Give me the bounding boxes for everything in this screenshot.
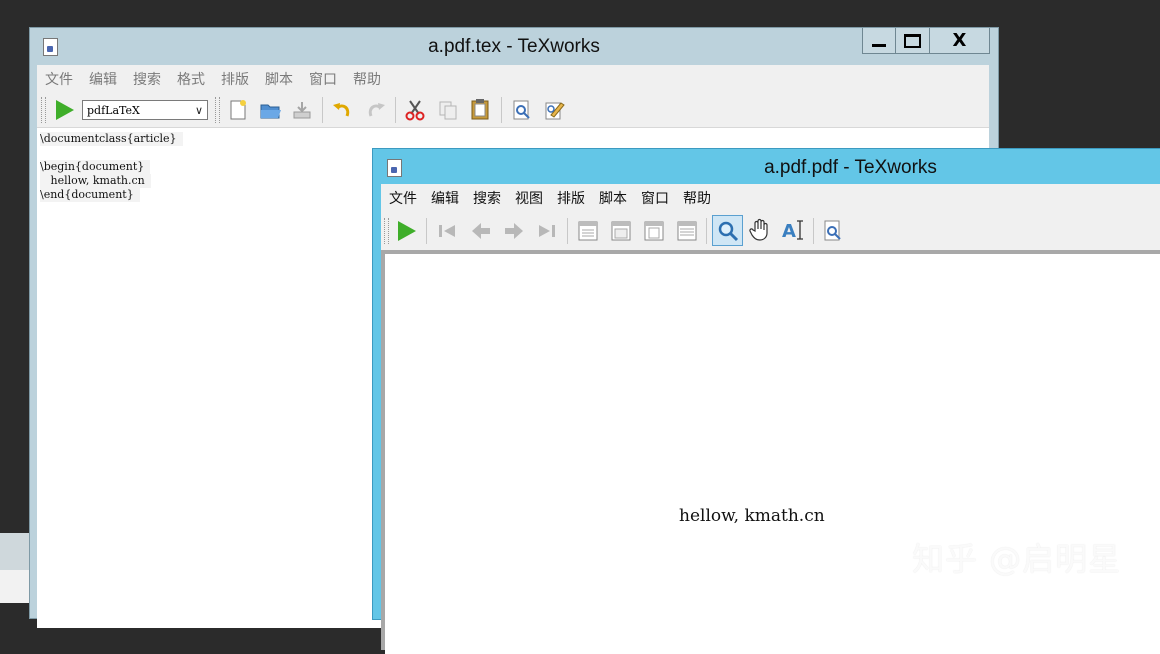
- toolbar-separator: [501, 97, 502, 123]
- editor-window-controls: X: [862, 28, 990, 56]
- toolbar-separator: [706, 218, 707, 244]
- pdf-page-text: hellow, kmath.cn: [679, 506, 825, 526]
- menu-edit[interactable]: 编辑: [89, 69, 117, 89]
- undo-icon[interactable]: [331, 99, 353, 121]
- select-text-icon[interactable]: A: [781, 218, 805, 242]
- engine-select[interactable]: pdfLaTeX ∨: [82, 100, 208, 120]
- previous-page-icon[interactable]: [469, 219, 493, 243]
- menu-edit[interactable]: 编辑: [431, 188, 459, 208]
- menu-window[interactable]: 窗口: [641, 188, 669, 208]
- minimize-button[interactable]: [862, 28, 896, 54]
- toolbar-grip[interactable]: [384, 218, 389, 244]
- background-window-strip-light: [0, 570, 30, 603]
- typeset-icon[interactable]: [398, 221, 416, 241]
- menu-typeset[interactable]: 排版: [557, 188, 585, 208]
- menu-view[interactable]: 视图: [515, 188, 543, 208]
- menu-file[interactable]: 文件: [45, 69, 73, 89]
- menu-search[interactable]: 搜索: [473, 188, 501, 208]
- copy-icon[interactable]: [437, 99, 459, 121]
- next-page-icon[interactable]: [502, 219, 526, 243]
- open-folder-icon[interactable]: [259, 99, 281, 121]
- toolbar-separator: [395, 97, 396, 123]
- menu-file[interactable]: 文件: [389, 188, 417, 208]
- cut-icon[interactable]: [404, 99, 426, 121]
- menu-help[interactable]: 帮助: [683, 188, 711, 208]
- pdf-toolbar: A: [381, 212, 1160, 250]
- toolbar-grip[interactable]: [215, 97, 220, 123]
- fit-window-icon[interactable]: [675, 219, 699, 243]
- toolbar-separator: [567, 218, 568, 244]
- first-page-icon[interactable]: [435, 219, 459, 243]
- pdf-view-area[interactable]: hellow, kmath.cn: [381, 250, 1160, 654]
- single-page-icon[interactable]: [576, 219, 600, 243]
- pdf-page: hellow, kmath.cn: [385, 254, 1160, 654]
- maximize-button[interactable]: [896, 28, 930, 54]
- find-icon[interactable]: [821, 219, 845, 243]
- pdf-menubar: 文件 编辑 搜索 视图 排版 脚本 窗口 帮助: [381, 184, 1160, 212]
- magnify-tool-button[interactable]: [712, 215, 743, 246]
- toolbar-grip[interactable]: [41, 97, 46, 123]
- menu-format[interactable]: 格式: [177, 69, 205, 89]
- typeset-icon[interactable]: [56, 100, 74, 120]
- hand-scroll-icon[interactable]: [748, 218, 772, 242]
- editor-window-title: a.pdf.tex - TeXworks: [428, 36, 600, 57]
- menu-search[interactable]: 搜索: [133, 69, 161, 89]
- close-button[interactable]: X: [930, 28, 990, 54]
- pdf-window-title: a.pdf.pdf - TeXworks: [764, 157, 937, 178]
- paste-icon[interactable]: [469, 98, 491, 120]
- toolbar-separator: [813, 218, 814, 244]
- editor-menubar: 文件 编辑 搜索 格式 排版 脚本 窗口 帮助: [37, 65, 989, 92]
- source-line: \documentclass{article}: [40, 132, 183, 146]
- watermark-text: 知乎 @启明星: [912, 540, 1122, 578]
- menu-scripts[interactable]: 脚本: [599, 188, 627, 208]
- new-document-icon[interactable]: [227, 99, 249, 121]
- menu-typeset[interactable]: 排版: [221, 69, 249, 89]
- toolbar-separator: [322, 97, 323, 123]
- svg-text:A: A: [782, 221, 796, 242]
- source-line: \end{document}: [40, 188, 140, 202]
- minimize-icon: [872, 43, 886, 47]
- continuous-page-icon[interactable]: [609, 219, 633, 243]
- engine-select-value: pdfLaTeX: [87, 104, 140, 117]
- menu-scripts[interactable]: 脚本: [265, 69, 293, 89]
- fit-width-icon[interactable]: [642, 219, 666, 243]
- toolbar-separator: [426, 218, 427, 244]
- menu-window[interactable]: 窗口: [309, 69, 337, 89]
- redo-icon[interactable]: [365, 99, 387, 121]
- magnify-icon: [718, 221, 739, 242]
- replace-icon[interactable]: [543, 99, 565, 121]
- save-icon[interactable]: [291, 99, 313, 121]
- last-page-icon[interactable]: [535, 219, 559, 243]
- source-line: hellow, kmath.cn: [40, 174, 151, 188]
- editor-toolbar: pdfLaTeX ∨: [37, 92, 989, 128]
- close-icon: X: [952, 30, 967, 51]
- editor-titlebar[interactable]: a.pdf.tex - TeXworks X: [30, 28, 998, 66]
- find-icon[interactable]: [511, 99, 533, 121]
- maximize-icon: [904, 33, 921, 48]
- chevron-down-icon: ∨: [194, 104, 203, 117]
- source-line: \begin{document}: [40, 160, 151, 174]
- menu-help[interactable]: 帮助: [353, 69, 381, 89]
